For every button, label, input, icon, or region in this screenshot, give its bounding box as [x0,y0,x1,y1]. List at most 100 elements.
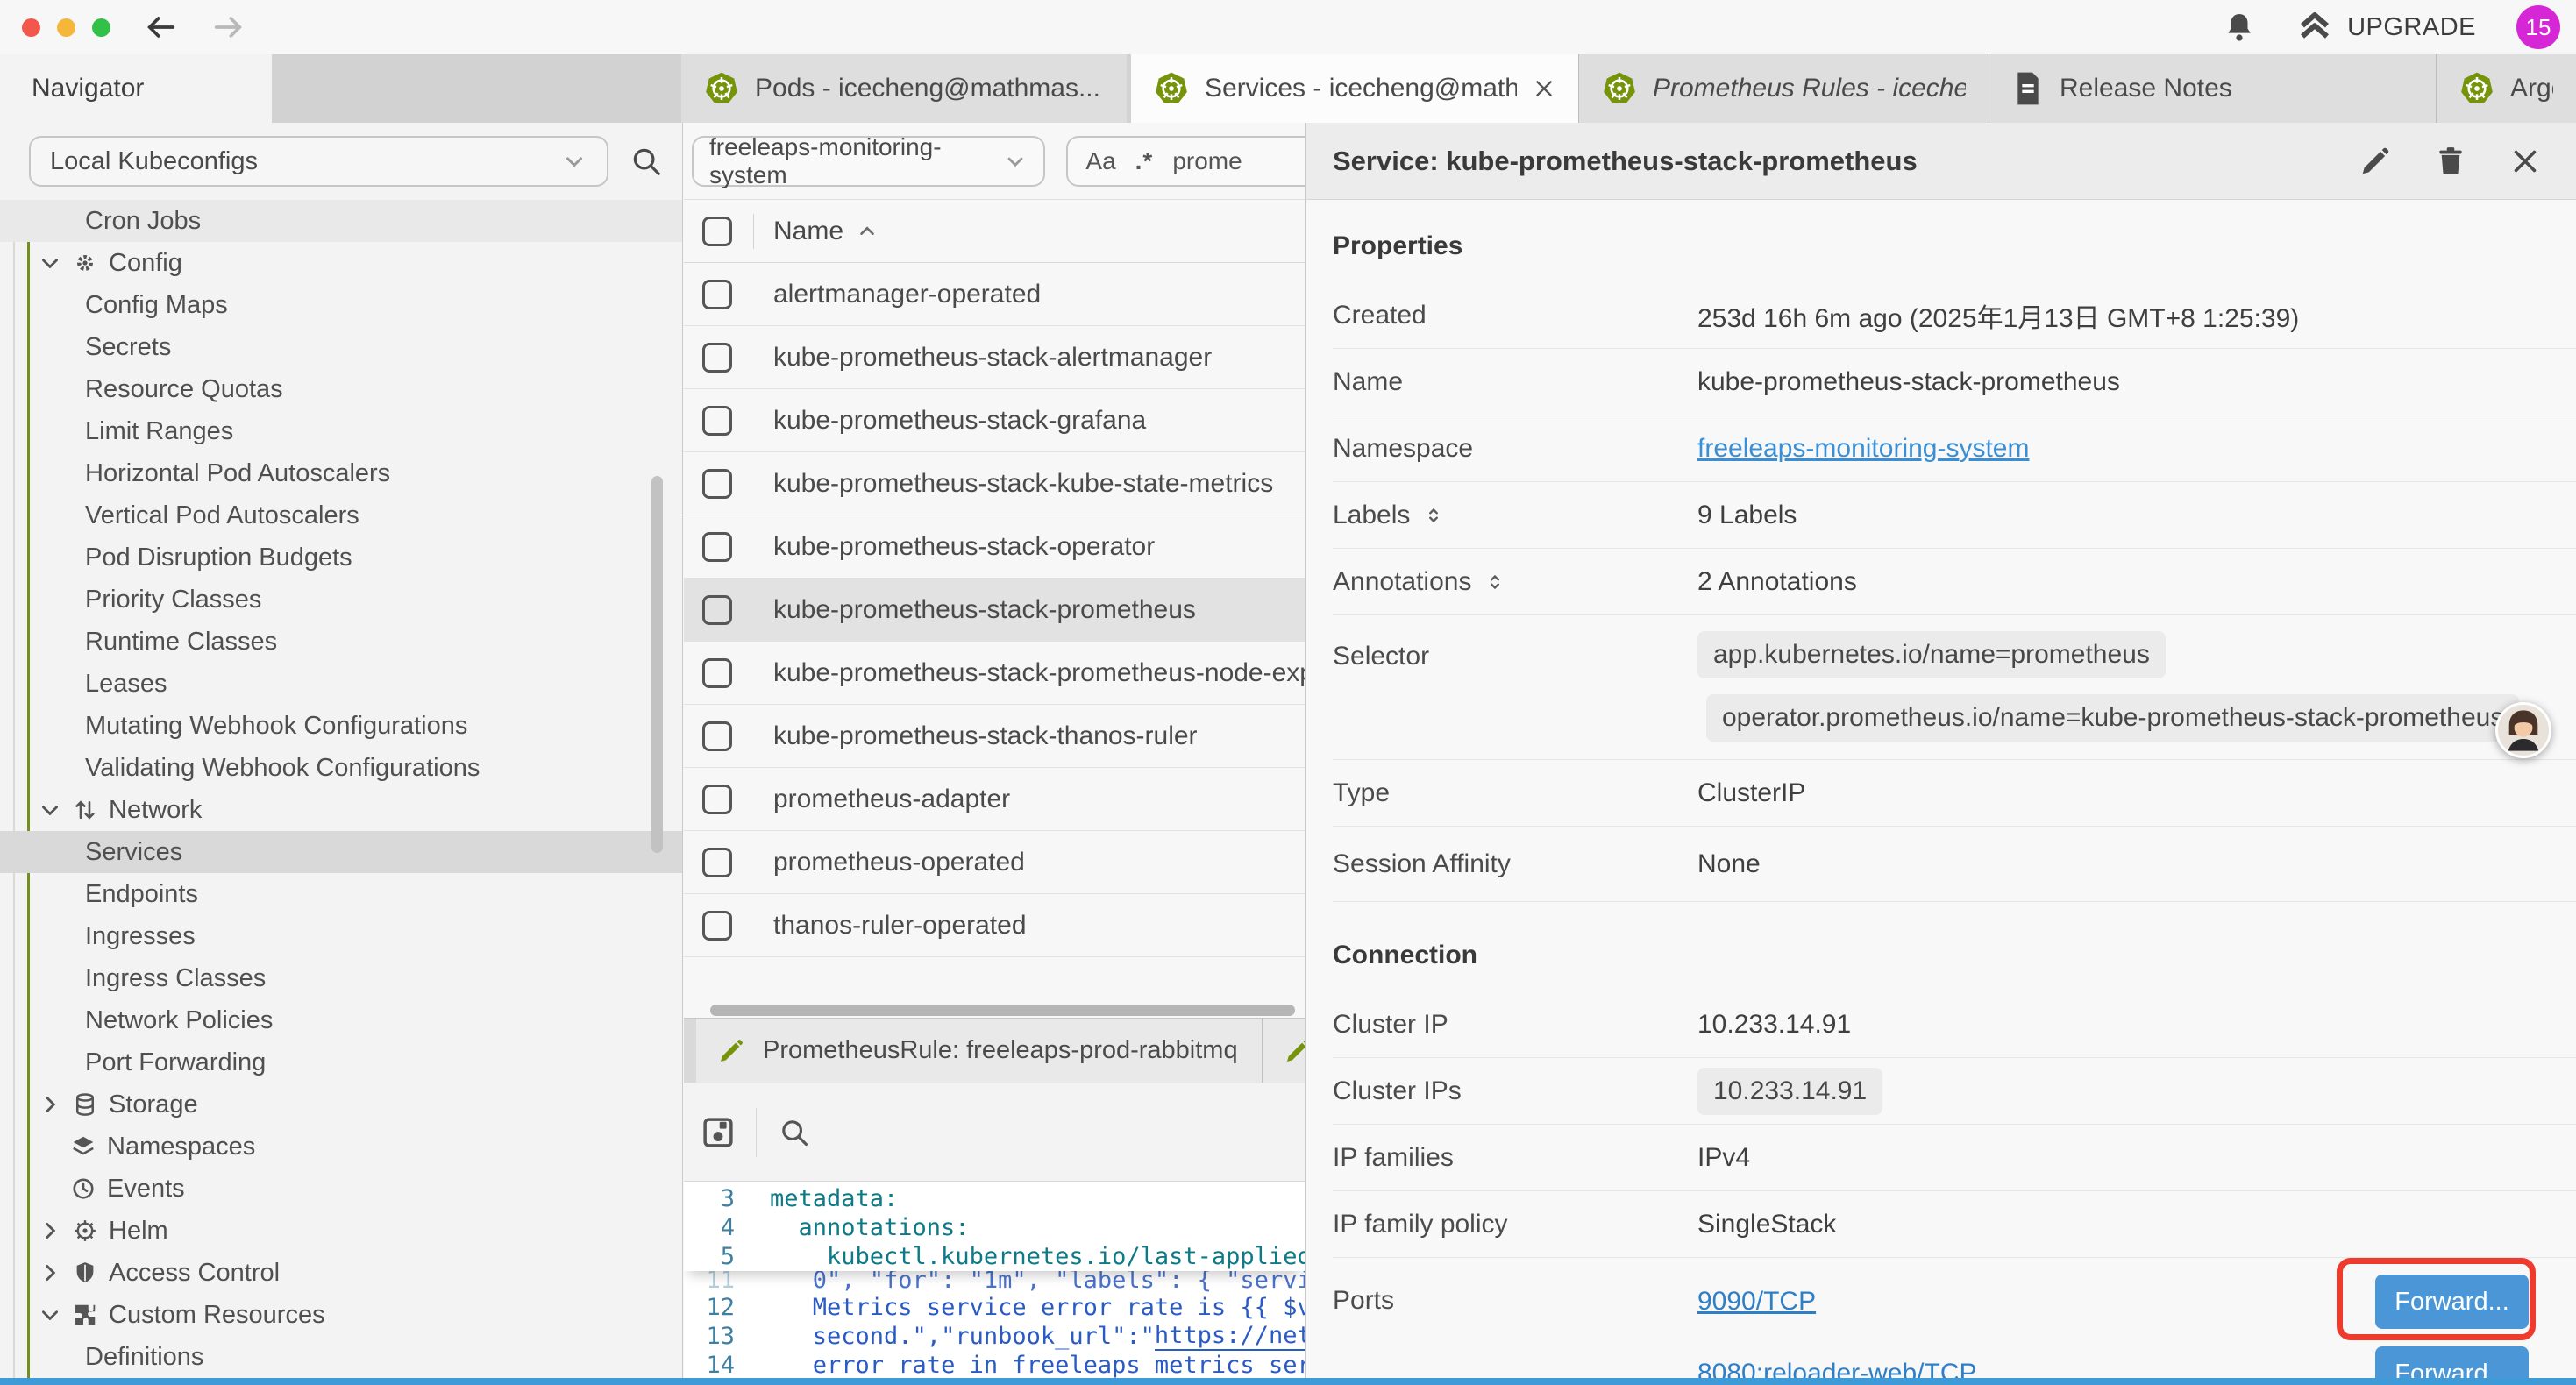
name-column-header[interactable]: Name [773,217,843,246]
sidebar-search-icon[interactable] [630,145,663,178]
minimize-window-button[interactable] [57,18,75,37]
sidebar-item-secrets[interactable]: Secrets [0,326,682,368]
sidebar-item-ingress-classes[interactable]: Ingress Classes [0,957,682,999]
save-icon[interactable] [700,1114,737,1151]
tab-pods[interactable]: Pods - icecheng@mathmas... [681,54,1127,123]
row-checkbox[interactable] [702,595,732,625]
expand-collapse-icon[interactable] [1422,504,1445,527]
shield-icon [72,1260,98,1286]
sort-ascending-icon[interactable] [856,220,879,243]
sidebar-item-events[interactable]: Events [0,1168,682,1210]
service-row[interactable]: kube-prometheus-stack-operator [684,515,1305,579]
row-checkbox[interactable] [702,785,732,814]
editor-tab-partial[interactable] [1263,1019,1305,1083]
service-row[interactable]: alertmanager-operated [684,263,1305,326]
maximize-window-button[interactable] [92,18,110,37]
sidebar-group-custom-resources[interactable]: Custom Resources [0,1294,682,1336]
sidebar-item-resource-quotas[interactable]: Resource Quotas [0,368,682,410]
tab-prometheus-rules[interactable]: Prometheus Rules - icecheng... [1578,54,1989,123]
sidebar-item-namespaces[interactable]: Namespaces [0,1126,682,1168]
sidebar-item-leases[interactable]: Leases [0,663,682,705]
port-link-8080[interactable]: 8080:reloader-web/TCP [1697,1359,1977,1378]
tab-services[interactable]: Services - icecheng@math... [1131,54,1578,123]
sidebar-item-cron-jobs[interactable]: Cron Jobs [0,200,682,242]
row-checkbox[interactable] [702,658,732,688]
namespace-select[interactable]: freeleaps-monitoring-system [692,136,1045,187]
service-row-selected[interactable]: kube-prometheus-stack-prometheus [684,579,1305,642]
sidebar-group-access-control[interactable]: Access Control [0,1252,682,1294]
notifications-bell-icon[interactable] [2223,11,2256,44]
sidebar-item-network-policies[interactable]: Network Policies [0,999,682,1041]
sidebar-item-endpoints[interactable]: Endpoints [0,873,682,915]
sidebar-item-horizontal-pod-autoscalers[interactable]: Horizontal Pod Autoscalers [0,452,682,494]
kubeconfig-select[interactable]: Local Kubeconfigs [29,136,608,187]
row-checkbox[interactable] [702,343,732,373]
editor-toolbar [684,1083,1305,1182]
service-row[interactable]: prometheus-adapter [684,768,1305,831]
row-checkbox[interactable] [702,406,732,436]
sidebar-item-mutating-webhook-configurations[interactable]: Mutating Webhook Configurations [0,705,682,747]
forward-port-button[interactable]: Forward... [2375,1346,2529,1378]
close-tab-icon[interactable] [1533,77,1555,100]
sidebar-item-vertical-pod-autoscalers[interactable]: Vertical Pod Autoscalers [0,494,682,536]
row-checkbox[interactable] [702,469,732,499]
namespace-select-value: freeleaps-monitoring-system [709,133,1003,189]
service-row[interactable]: kube-prometheus-stack-grafana [684,389,1305,452]
sidebar-group-network[interactable]: Network [0,789,682,831]
sidebar-item-config-maps[interactable]: Config Maps [0,284,682,326]
select-all-checkbox[interactable] [702,217,732,246]
pencil-icon [1284,1037,1305,1065]
sidebar-item-limit-ranges[interactable]: Limit Ranges [0,410,682,452]
sidebar-group-helm[interactable]: Helm [0,1210,682,1252]
service-row[interactable]: kube-prometheus-stack-kube-state-metrics [684,452,1305,515]
sidebar-item-ingresses[interactable]: Ingresses [0,915,682,957]
regex-icon[interactable]: .* [1135,147,1154,175]
sidebar-item-port-forwarding[interactable]: Port Forwarding [0,1041,682,1083]
sidebar-scrollbar[interactable] [651,476,663,853]
row-checkbox[interactable] [702,721,732,751]
sidebar-group-config[interactable]: Config [0,242,682,284]
service-row[interactable]: kube-prometheus-stack-alertmanager [684,326,1305,389]
sidebar-item-priority-classes[interactable]: Priority Classes [0,579,682,621]
close-window-button[interactable] [22,18,40,37]
horizontal-scrollbar[interactable] [684,1005,1305,1017]
chevron-down-icon [1003,149,1028,174]
sidebar-item-services[interactable]: Services [0,831,682,873]
assistant-avatar[interactable] [2495,702,2551,758]
sidebar-group-storage[interactable]: Storage [0,1083,682,1126]
port-link-9090[interactable]: 9090/TCP [1697,1287,1816,1317]
sidebar-item-definitions[interactable]: Definitions [0,1336,682,1378]
close-panel-icon[interactable] [2509,146,2541,177]
service-row[interactable]: prometheus-operated [684,831,1305,894]
editor-url-link[interactable]: https://net [1155,1322,1305,1351]
yaml-editor[interactable]: 3metadata: 4annotations: 5kubectl.kubern… [684,1182,1305,1378]
sidebar-item-pod-disruption-budgets[interactable]: Pod Disruption Budgets [0,536,682,579]
navigator-panel-tab[interactable]: Navigator [0,54,272,123]
sidebar-item-runtime-classes[interactable]: Runtime Classes [0,621,682,663]
tab-release-notes[interactable]: Release Notes [1989,54,2437,123]
editor-tab-prometheusrule[interactable]: PrometheusRule: freeleaps-prod-rabbitmq [696,1019,1263,1083]
row-checkbox[interactable] [702,911,732,941]
service-row[interactable]: kube-prometheus-stack-thanos-ruler [684,705,1305,768]
match-case-icon[interactable]: Aa [1085,147,1115,175]
list-search-input[interactable]: Aa .* prome [1066,136,1305,187]
back-arrow-icon[interactable] [144,10,179,45]
sidebar-item-validating-webhook-configurations[interactable]: Validating Webhook Configurations [0,747,682,789]
row-checkbox[interactable] [702,848,732,877]
service-row[interactable]: kube-prometheus-stack-prometheus-node-ex… [684,642,1305,705]
upgrade-button[interactable]: UPGRADE [2296,9,2476,46]
forward-port-button[interactable]: Forward... [2375,1275,2529,1329]
service-row[interactable]: thanos-ruler-operated [684,894,1305,957]
detail-row-ip-family-policy: IP family policy SingleStack [1333,1191,2576,1258]
forward-arrow-icon[interactable] [210,10,246,45]
row-checkbox[interactable] [702,280,732,309]
editor-search-icon[interactable] [778,1116,811,1149]
expand-collapse-icon[interactable] [1484,571,1506,593]
tab-argo[interactable]: Argo Se [2437,54,2576,123]
row-checkbox[interactable] [702,532,732,562]
chevron-down-icon [39,252,61,274]
notification-count-badge[interactable]: 15 [2516,5,2560,49]
delete-trash-icon[interactable] [2434,145,2467,178]
edit-pencil-icon[interactable] [2359,145,2392,178]
namespace-link[interactable]: freeleaps-monitoring-system [1697,434,2029,463]
